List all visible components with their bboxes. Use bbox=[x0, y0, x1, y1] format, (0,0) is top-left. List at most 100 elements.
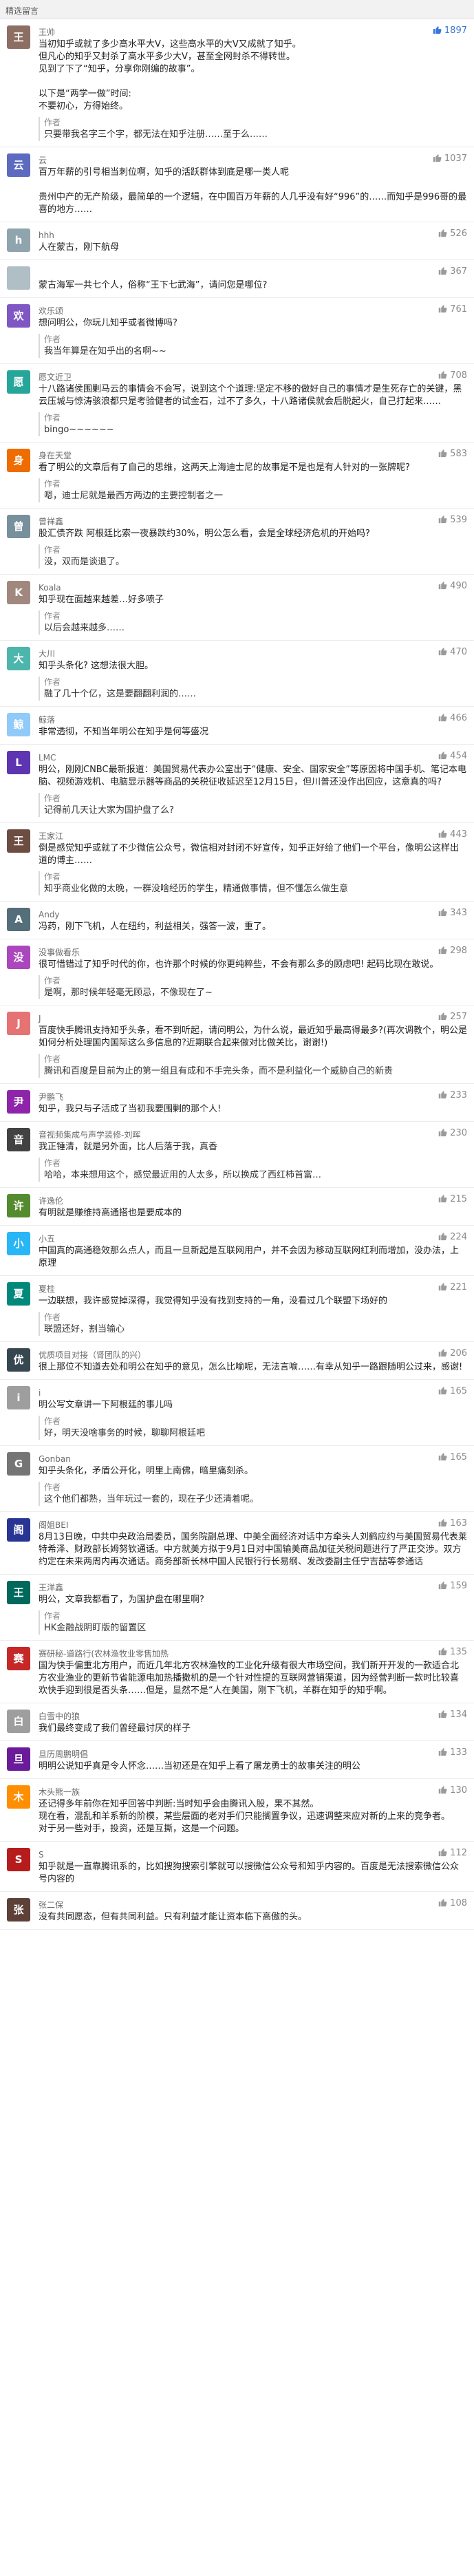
reply-author-label: 作者 bbox=[44, 1054, 61, 1064]
like-button[interactable]: 257 bbox=[438, 1011, 467, 1022]
like-button[interactable]: 1897 bbox=[432, 25, 467, 36]
comment-nickname[interactable]: 欢乐颂 bbox=[39, 306, 63, 316]
like-button[interactable]: 206 bbox=[438, 1348, 467, 1359]
comment-nickname[interactable]: 小五 bbox=[39, 1234, 55, 1244]
avatar[interactable]: 王 bbox=[7, 1581, 30, 1604]
comment-nickname[interactable]: 许逸伦 bbox=[39, 1196, 63, 1206]
comment-nickname[interactable]: 音视频集成与声学装修-刘晖 bbox=[39, 1130, 140, 1140]
like-button[interactable]: 298 bbox=[438, 945, 467, 956]
avatar[interactable]: K bbox=[7, 581, 30, 604]
like-button[interactable]: 134 bbox=[438, 1709, 467, 1720]
like-button[interactable]: 215 bbox=[438, 1193, 467, 1204]
avatar[interactable]: L bbox=[7, 751, 30, 774]
comment-nickname[interactable]: 张二保 bbox=[39, 1900, 63, 1910]
avatar[interactable]: J bbox=[7, 1012, 30, 1035]
comment-nickname[interactable]: LMC bbox=[39, 753, 56, 763]
avatar[interactable]: 木 bbox=[7, 1785, 30, 1809]
comment-nickname[interactable]: 木头熊一族 bbox=[39, 1787, 80, 1797]
like-count: 1037 bbox=[444, 153, 467, 164]
avatar[interactable]: 赛 bbox=[7, 1647, 30, 1670]
avatar[interactable]: G bbox=[7, 1452, 30, 1476]
comment-nickname[interactable]: 优质项目对接（肾团队的兴） bbox=[39, 1350, 146, 1360]
like-button[interactable]: 165 bbox=[438, 1385, 467, 1396]
avatar[interactable]: 旦 bbox=[7, 1747, 30, 1771]
like-button[interactable]: 761 bbox=[438, 304, 467, 315]
like-button[interactable]: 708 bbox=[438, 370, 467, 381]
avatar[interactable]: 阁 bbox=[7, 1518, 30, 1542]
comment-nickname[interactable]: 愿文近卫 bbox=[39, 372, 72, 382]
like-button[interactable]: 133 bbox=[438, 1747, 467, 1758]
like-button[interactable]: 221 bbox=[438, 1281, 467, 1292]
like-button[interactable]: 165 bbox=[438, 1451, 467, 1462]
comment-nickname[interactable]: J bbox=[39, 1014, 41, 1023]
comment-nickname[interactable]: 阁姐BEI bbox=[39, 1520, 68, 1530]
comment-nickname[interactable]: Koala bbox=[39, 583, 61, 593]
avatar[interactable]: S bbox=[7, 1848, 30, 1871]
avatar[interactable]: 大 bbox=[7, 647, 30, 670]
like-button[interactable]: 159 bbox=[438, 1580, 467, 1591]
like-button[interactable]: 112 bbox=[438, 1847, 467, 1858]
comment-item: 没没事做看乐 298 很可惜错过了知乎时代的你，也许那个时候的你更纯粹些，不会有那么… bbox=[0, 939, 474, 1005]
avatar[interactable]: 没 bbox=[7, 946, 30, 969]
like-button[interactable]: 135 bbox=[438, 1646, 467, 1657]
like-button[interactable]: 108 bbox=[438, 1897, 467, 1908]
avatar[interactable]: h bbox=[7, 228, 30, 252]
avatar[interactable]: 王 bbox=[7, 829, 30, 853]
avatar[interactable]: A bbox=[7, 908, 30, 931]
like-button[interactable]: 470 bbox=[438, 646, 467, 657]
avatar[interactable]: 白 bbox=[7, 1710, 30, 1733]
avatar[interactable]: 愿 bbox=[7, 370, 30, 394]
avatar[interactable]: 优 bbox=[7, 1348, 30, 1372]
like-button[interactable]: 443 bbox=[438, 829, 467, 840]
like-button[interactable]: 583 bbox=[438, 448, 467, 459]
avatar[interactable]: 鲸 bbox=[7, 713, 30, 736]
comment-nickname[interactable]: i bbox=[39, 1388, 41, 1398]
like-button[interactable]: 163 bbox=[438, 1518, 467, 1529]
comment-nickname[interactable]: 王家江 bbox=[39, 831, 63, 841]
avatar[interactable]: 王 bbox=[7, 25, 30, 49]
avatar[interactable]: 夏 bbox=[7, 1282, 30, 1306]
like-button[interactable]: 526 bbox=[438, 228, 467, 239]
like-button[interactable]: 466 bbox=[438, 712, 467, 723]
comment-nickname[interactable]: 夏桂 bbox=[39, 1284, 55, 1294]
avatar[interactable] bbox=[7, 266, 30, 290]
comment-nickname[interactable]: 白雪中的狼 bbox=[39, 1712, 80, 1721]
comment-nickname[interactable]: 赛研秘-道路行(农林渔牧业零售加热 bbox=[39, 1649, 169, 1659]
avatar[interactable]: 尹 bbox=[7, 1090, 30, 1114]
comment-nickname[interactable]: 没事做看乐 bbox=[39, 948, 80, 957]
comment-nickname[interactable]: Gonban bbox=[39, 1454, 71, 1464]
comment-nickname[interactable]: 王帅 bbox=[39, 28, 55, 37]
like-button[interactable]: 230 bbox=[438, 1127, 467, 1138]
avatar[interactable]: 欢 bbox=[7, 304, 30, 328]
avatar[interactable]: 曾 bbox=[7, 515, 30, 538]
avatar[interactable]: 音 bbox=[7, 1128, 30, 1151]
comment-nickname[interactable]: 大川 bbox=[39, 649, 55, 659]
like-button[interactable]: 539 bbox=[438, 514, 467, 525]
comment-nickname[interactable]: 身在天堂 bbox=[39, 451, 72, 460]
avatar[interactable]: 身 bbox=[7, 449, 30, 472]
avatar[interactable]: 许 bbox=[7, 1194, 30, 1217]
like-button[interactable]: 454 bbox=[438, 750, 467, 761]
like-button[interactable]: 224 bbox=[438, 1231, 467, 1242]
comment-nickname[interactable]: S bbox=[39, 1850, 44, 1860]
comment-nickname[interactable]: 曾祥鑫 bbox=[39, 517, 63, 526]
avatar[interactable]: 张 bbox=[7, 1898, 30, 1922]
like-button[interactable]: 130 bbox=[438, 1785, 467, 1796]
comment-nickname[interactable]: Andy bbox=[39, 910, 60, 919]
like-button[interactable]: 490 bbox=[438, 580, 467, 591]
comment-nickname[interactable]: 尹鹏飞 bbox=[39, 1092, 63, 1102]
like-button[interactable]: 367 bbox=[438, 266, 467, 277]
comment-nickname[interactable]: 鲸落 bbox=[39, 715, 55, 725]
reply-author-label: 作者 bbox=[44, 794, 61, 803]
comment-nickname[interactable]: hhh bbox=[39, 231, 54, 240]
comment-nickname[interactable]: 旦历周鹏明倡 bbox=[39, 1749, 88, 1759]
avatar[interactable]: 云 bbox=[7, 153, 30, 177]
avatar[interactable]: 小 bbox=[7, 1232, 30, 1255]
comment-item: 优优质项目对接（肾团队的兴） 206 很上那位不知道去处和明公在知乎的意见，怎么比喻… bbox=[0, 1342, 474, 1380]
comment-nickname[interactable]: 云 bbox=[39, 156, 47, 165]
like-button[interactable]: 1037 bbox=[432, 153, 467, 164]
like-button[interactable]: 343 bbox=[438, 907, 467, 918]
comment-nickname[interactable]: 王洋鑫 bbox=[39, 1583, 63, 1593]
like-button[interactable]: 233 bbox=[438, 1089, 467, 1100]
avatar[interactable]: i bbox=[7, 1386, 30, 1409]
